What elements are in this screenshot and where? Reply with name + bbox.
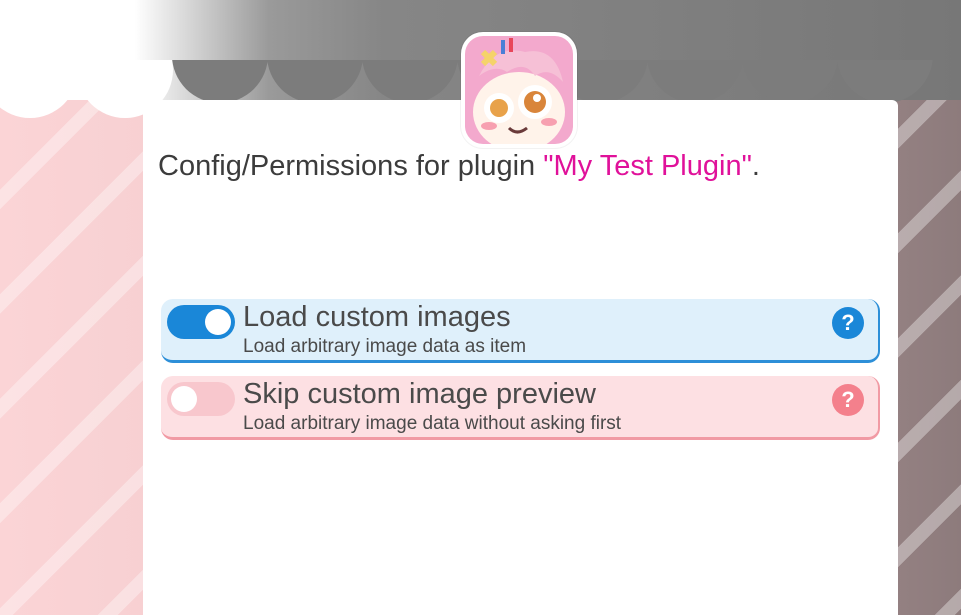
plugin-avatar-icon [465, 36, 573, 144]
option-skip-custom-image-preview[interactable]: Skip custom image preview Load arbitrary… [161, 376, 880, 440]
option-load-custom-images[interactable]: Load custom images Load arbitrary image … [161, 299, 880, 363]
toggle-knob [205, 309, 231, 335]
title-prefix: Config/Permissions for plugin [158, 150, 544, 182]
option-title: Load custom images [243, 301, 511, 333]
load-custom-images-toggle[interactable] [167, 305, 235, 339]
option-description: Load arbitrary image data without asking… [243, 413, 622, 434]
plugin-name: "My Test Plugin" [543, 150, 752, 182]
page-title: Config/Permissions for plugin "My Test P… [158, 150, 760, 183]
help-icon[interactable]: ? [832, 307, 864, 339]
skip-preview-toggle[interactable] [167, 382, 235, 416]
option-title: Skip custom image preview [243, 378, 596, 410]
help-icon[interactable]: ? [832, 384, 864, 416]
plugin-avatar [461, 32, 577, 148]
toggle-knob [171, 386, 197, 412]
title-suffix: . [751, 150, 760, 182]
option-description: Load arbitrary image data as item [243, 336, 527, 357]
